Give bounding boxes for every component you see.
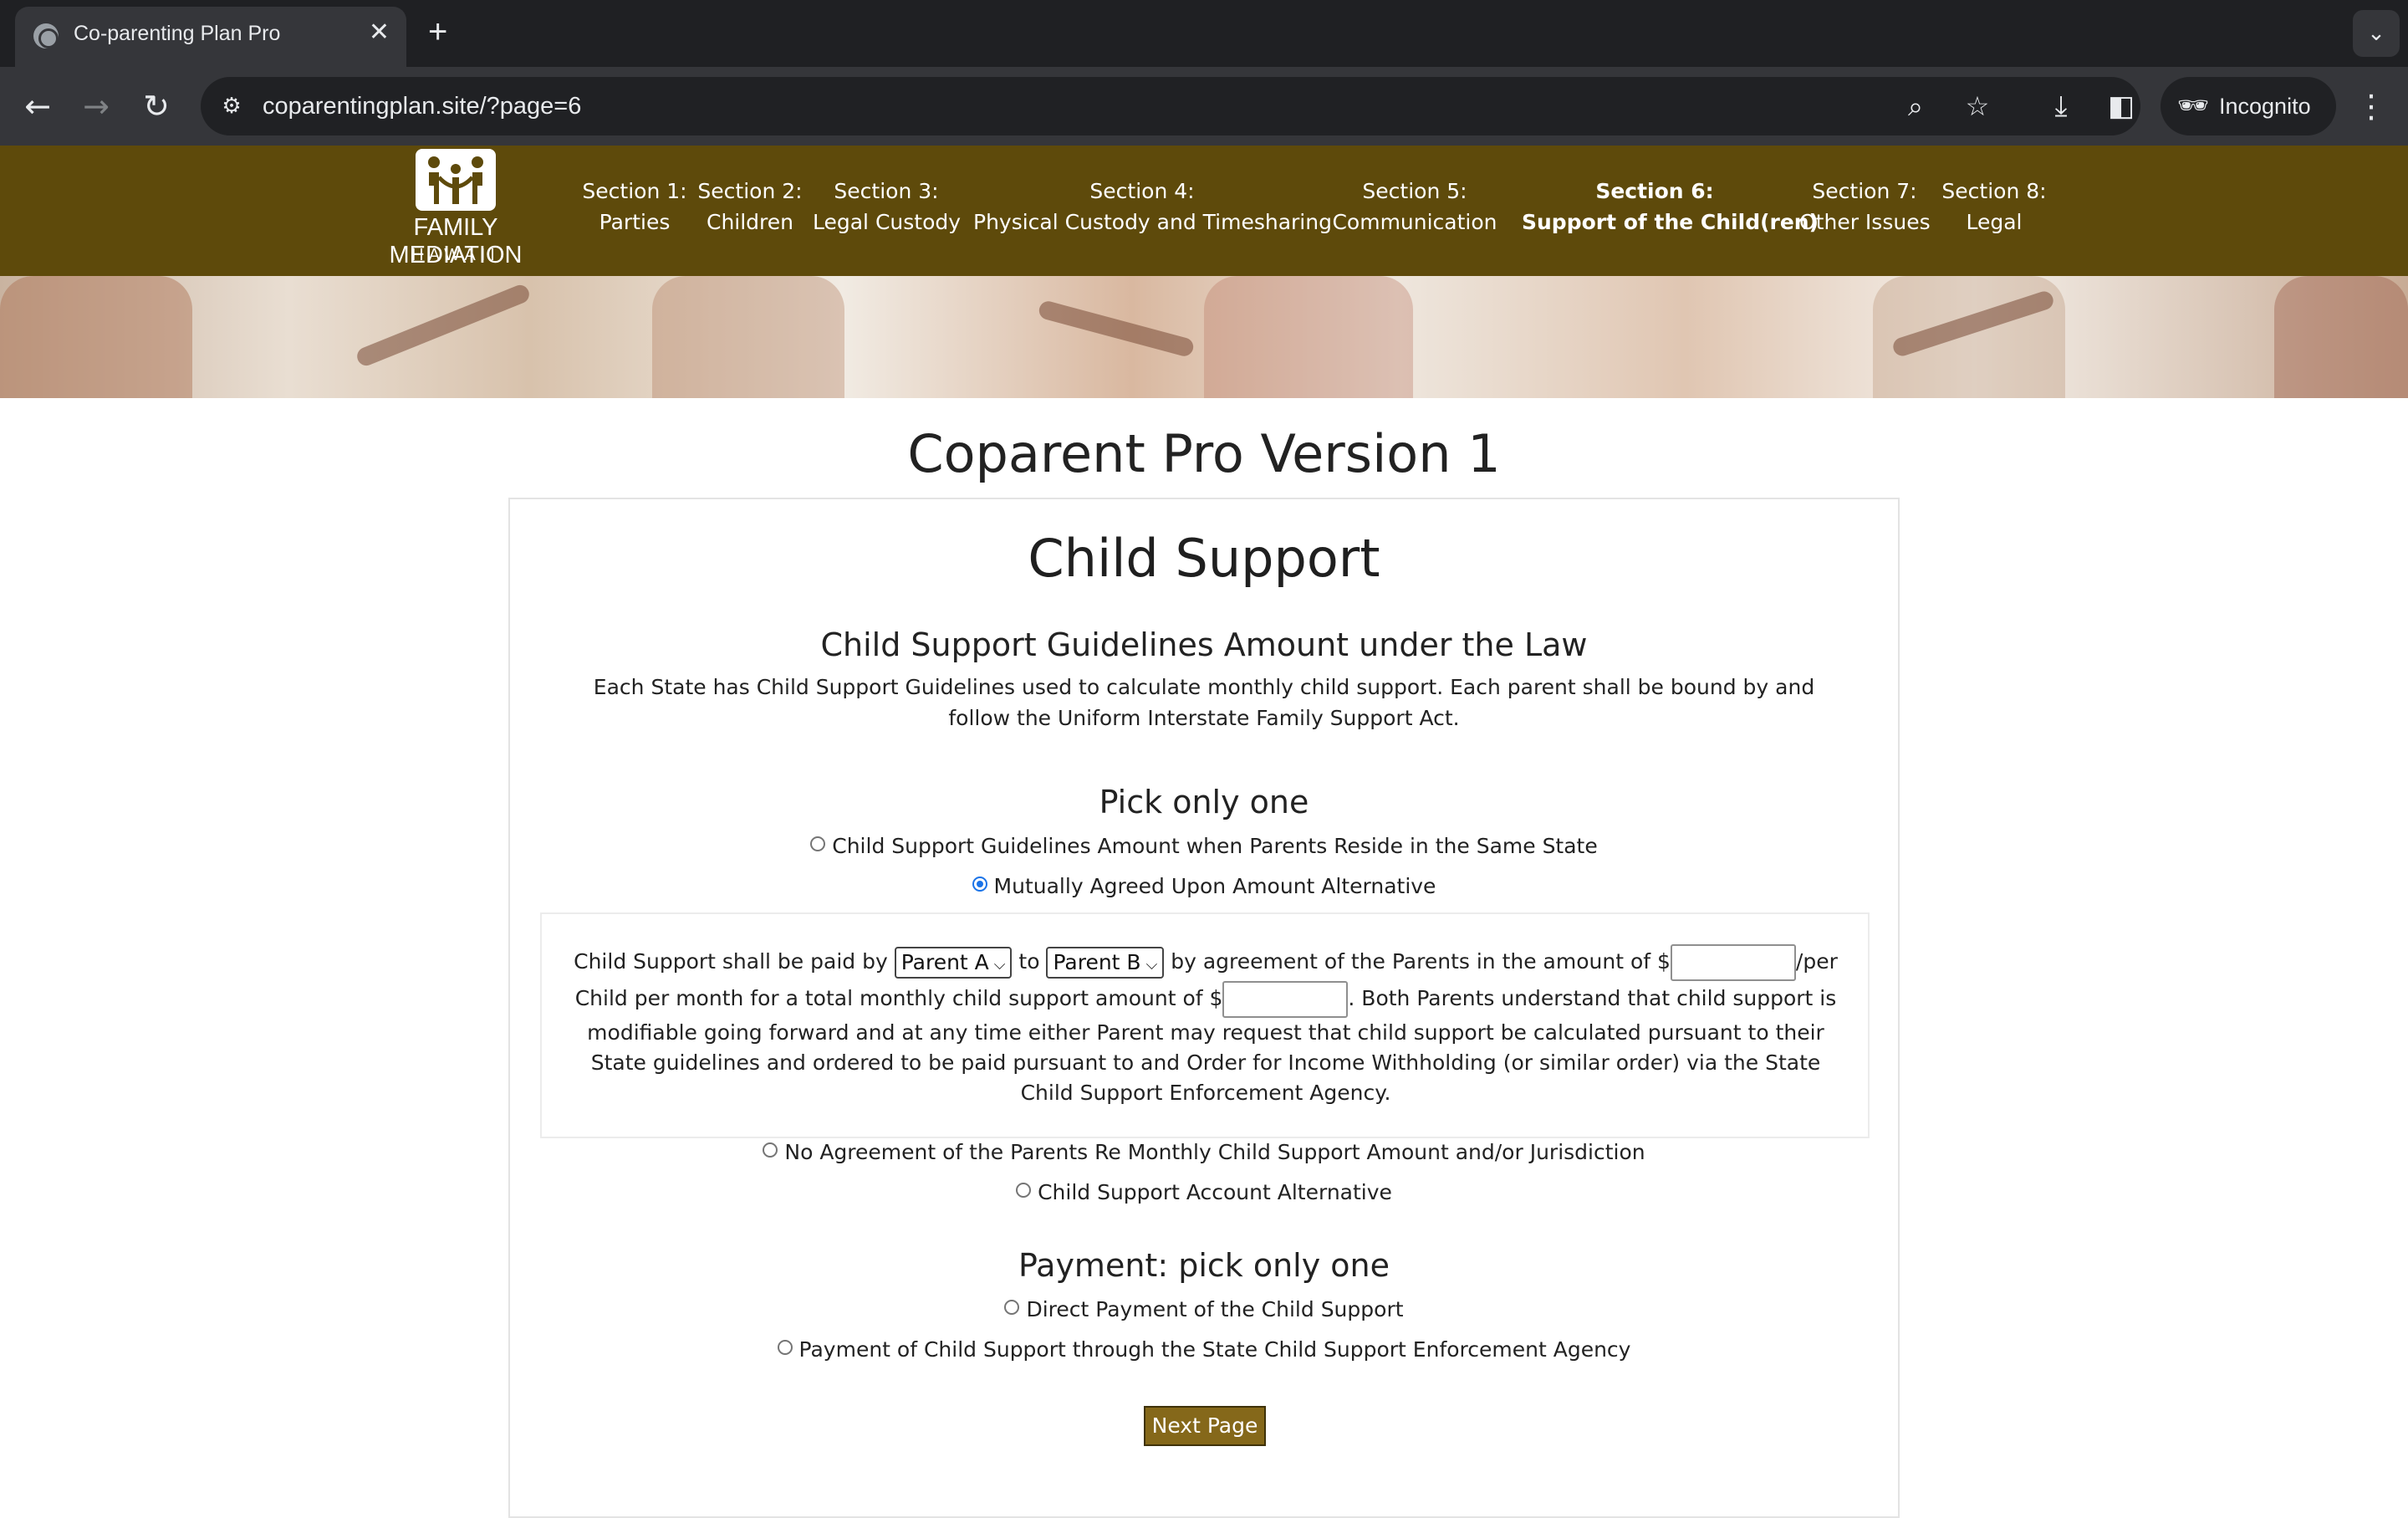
radio-button[interactable]	[1004, 1300, 1020, 1315]
nav-label: Other Issues	[1799, 210, 1931, 234]
next-page-button[interactable]: Next Page	[1144, 1406, 1266, 1446]
url-text[interactable]: coparentingplan.site/?page=6	[263, 93, 581, 120]
total-amount-input[interactable]	[1222, 981, 1349, 1018]
option-mutually-agreed[interactable]: Mutually Agreed Upon Amount Alternative	[510, 874, 1898, 898]
option-no-agreement[interactable]: No Agreement of the Parents Re Monthly C…	[510, 1140, 1898, 1164]
nav-label: Children	[706, 210, 794, 234]
payer-select[interactable]: Parent A ⌵	[894, 947, 1013, 979]
page-title: Coparent Pro Version 1	[907, 423, 1501, 484]
browser-tab[interactable]: Co-parenting Plan Pro ✕	[15, 7, 406, 67]
nav-label: Parties	[599, 210, 671, 234]
option-label: Mutually Agreed Upon Amount Alternative	[993, 874, 1436, 898]
hero-figure	[2274, 276, 2408, 398]
nav-label: Section 4:	[1089, 179, 1195, 203]
nav-section-1[interactable]: Section 1: Parties	[577, 176, 692, 238]
back-button[interactable]: ←	[17, 85, 59, 127]
download-icon[interactable]: ⤓	[2040, 85, 2082, 127]
nav-label: Communication	[1332, 210, 1497, 234]
child-support-card: Child Support Child Support Guidelines A…	[508, 498, 1900, 1518]
hero-banner-image	[0, 276, 2408, 398]
nav-section-6[interactable]: Section 6: Support of the Child(ren)	[1522, 176, 1819, 238]
globe-icon	[33, 23, 59, 49]
nav-section-7[interactable]: Section 7: Other Issues	[1799, 176, 1931, 238]
agreement-text-part: Child Support shall be paid by	[574, 949, 888, 974]
site-header: FAMILY MEDIATION HAWAII Section 1: Parti…	[0, 146, 2408, 276]
new-tab-button[interactable]: +	[428, 15, 447, 49]
chevron-down-icon: ⌵	[993, 956, 1006, 974]
radio-button[interactable]	[1016, 1183, 1032, 1198]
close-tab-icon[interactable]: ✕	[369, 20, 390, 45]
payee-select[interactable]: Parent B ⌵	[1046, 947, 1165, 979]
nav-label: Legal	[1966, 210, 2023, 234]
payment-option-agency[interactable]: Payment of Child Support through the Sta…	[510, 1337, 1898, 1362]
guidelines-text: Each State has Child Support Guidelines …	[593, 675, 1815, 730]
option-account-alternative[interactable]: Child Support Account Alternative	[510, 1180, 1898, 1204]
browser-toolbar: ← → ↻ ⚙ coparentingplan.site/?page=6 ⌕ ☆…	[0, 67, 2408, 146]
card-title: Child Support	[1028, 528, 1380, 589]
radio-button-selected[interactable]	[972, 877, 987, 892]
nav-label: Legal Custody	[813, 210, 962, 234]
side-panel-icon[interactable]: ◧	[2100, 85, 2142, 127]
browser-menu-icon[interactable]: ⋮	[2354, 85, 2388, 127]
nav-label: Section 8:	[1941, 179, 2047, 203]
agreement-text-part: to	[1018, 949, 1040, 974]
hero-figure	[652, 276, 844, 398]
nav-label: Section 5:	[1362, 179, 1467, 203]
payer-value: Parent A	[900, 950, 989, 974]
hero-arm	[354, 282, 533, 369]
per-child-amount-input[interactable]	[1670, 944, 1796, 981]
guidelines-heading: Child Support Guidelines Amount under th…	[820, 626, 1588, 663]
browser-tab-bar: Co-parenting Plan Pro ✕ + ⌄	[0, 0, 2408, 67]
tab-search-button[interactable]: ⌄	[2353, 10, 2400, 57]
pick-heading: Pick only one	[1099, 784, 1309, 820]
incognito-label: Incognito	[2219, 94, 2311, 119]
address-bar[interactable]: ⚙ coparentingplan.site/?page=6 ⌕ ☆	[201, 77, 2140, 135]
incognito-icon: 🕶	[2177, 91, 2210, 120]
agreement-text: Child Support shall be paid by Parent A ⌵…	[572, 944, 1839, 1108]
option-guidelines-same-state[interactable]: Child Support Guidelines Amount when Par…	[510, 834, 1898, 858]
nav-section-4[interactable]: Section 4: Physical Custody and Timeshar…	[973, 176, 1332, 238]
nav-section-3[interactable]: Section 3: Legal Custody	[813, 176, 962, 238]
chevron-down-icon: ⌵	[1145, 956, 1158, 974]
nav-section-2[interactable]: Section 2: Children	[696, 176, 804, 238]
nav-label: Support of the Child(ren)	[1522, 210, 1819, 234]
nav-label: Section 1:	[582, 179, 687, 203]
bookmark-star-icon[interactable]: ☆	[1960, 89, 1995, 124]
nav-section-5[interactable]: Section 5: Communication	[1321, 176, 1508, 238]
payment-heading: Payment: pick only one	[1018, 1247, 1390, 1284]
option-label: Direct Payment of the Child Support	[1026, 1297, 1404, 1321]
agreement-details-box: Child Support shall be paid by Parent A ⌵…	[540, 912, 1870, 1138]
logo-subtitle: HAWAII	[411, 246, 500, 264]
site-logo[interactable]: FAMILY MEDIATION HAWAII	[351, 147, 560, 273]
radio-button[interactable]	[810, 836, 826, 851]
nav-label: Section 7:	[1812, 179, 1917, 203]
option-label: Child Support Account Alternative	[1038, 1180, 1392, 1204]
hero-figure	[0, 276, 192, 398]
agreement-text-part: by agreement of the Parents in the amoun…	[1171, 949, 1671, 974]
site-info-icon[interactable]: ⚙	[217, 92, 246, 120]
option-label: Child Support Guidelines Amount when Par…	[832, 834, 1598, 858]
zoom-icon[interactable]: ⌕	[1898, 89, 1933, 124]
nav-label: Physical Custody and Timesharing	[973, 210, 1332, 234]
forward-button[interactable]: →	[75, 85, 117, 127]
tab-title: Co-parenting Plan Pro	[74, 22, 281, 45]
hero-figure	[1204, 276, 1413, 398]
payee-value: Parent B	[1053, 950, 1141, 974]
reload-button[interactable]: ↻	[135, 85, 177, 127]
option-label: Payment of Child Support through the Sta…	[798, 1337, 1631, 1362]
hero-arm	[1037, 299, 1196, 359]
nav-label: Section 2:	[697, 179, 803, 203]
family-logo-icon	[416, 149, 496, 211]
nav-label: Section 3:	[834, 179, 939, 203]
option-label: No Agreement of the Parents Re Monthly C…	[784, 1140, 1645, 1164]
nav-section-8[interactable]: Section 8: Legal	[1940, 176, 2048, 238]
radio-button[interactable]	[777, 1340, 793, 1355]
radio-button[interactable]	[763, 1142, 778, 1158]
payment-option-direct[interactable]: Direct Payment of the Child Support	[510, 1297, 1898, 1321]
nav-label: Section 6:	[1595, 179, 1714, 203]
incognito-indicator[interactable]: 🕶 Incognito	[2161, 77, 2336, 135]
